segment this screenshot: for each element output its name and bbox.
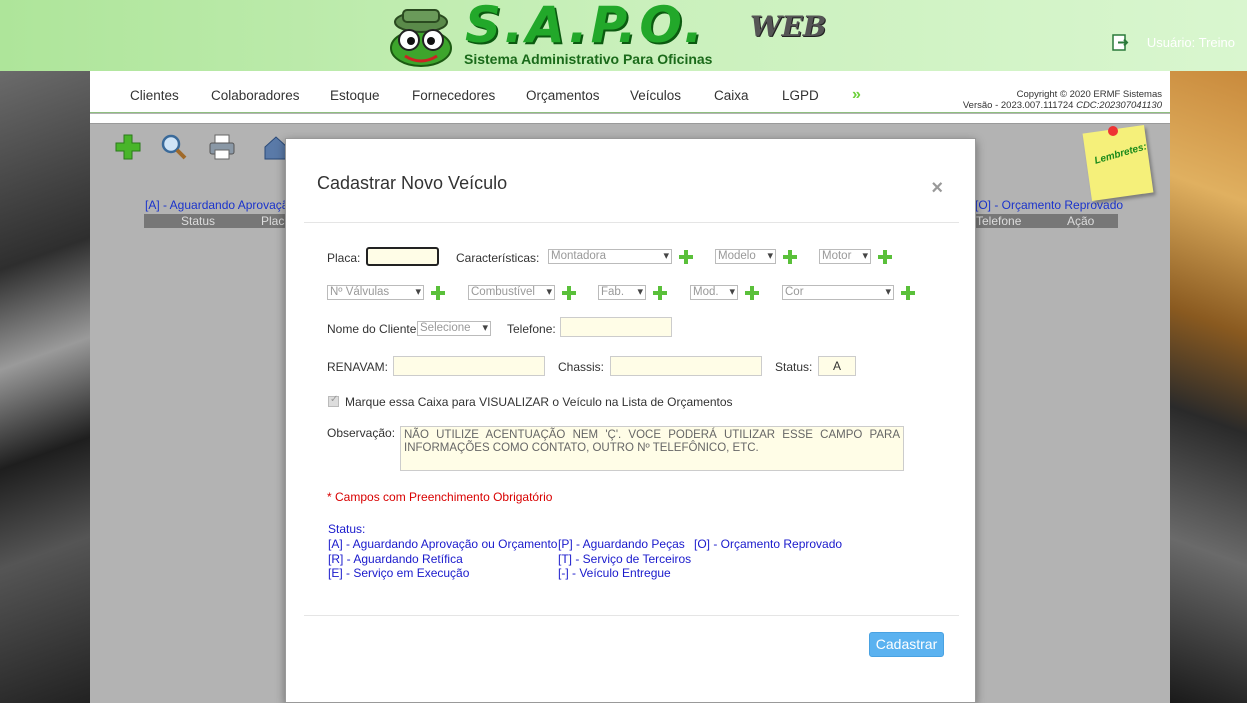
- valvulas-select[interactable]: Nº Válvulas: [327, 285, 424, 300]
- motor-select[interactable]: Motor: [819, 249, 871, 264]
- cdc-text: CDC:202307041130: [1076, 100, 1162, 111]
- logo-subtitle: Sistema Administrativo Para Oficinas: [464, 51, 713, 67]
- print-icon[interactable]: [208, 133, 236, 161]
- logout-icon[interactable]: [1112, 34, 1129, 51]
- search-icon[interactable]: [160, 133, 188, 161]
- checkbox-label: Marque essa Caixa para VISUALIZAR o Veíc…: [345, 395, 733, 409]
- status-legend-o: [O] - Orçamento Reprovado: [694, 537, 843, 551]
- add-combustivel-icon[interactable]: [562, 286, 576, 300]
- visualizar-checkbox[interactable]: [328, 394, 339, 407]
- nav-orcamentos[interactable]: Orçamentos: [526, 88, 600, 103]
- mod-select[interactable]: Mod.: [690, 285, 738, 300]
- col-status: Status: [181, 214, 216, 228]
- pin-icon: [1108, 126, 1118, 136]
- modelo-select[interactable]: Modelo: [715, 249, 776, 264]
- renavam-label: RENAVAM:: [327, 360, 388, 374]
- nav-clientes[interactable]: Clientes: [130, 88, 179, 103]
- sticky-note[interactable]: Lembretes:: [1082, 125, 1154, 201]
- observacao-textarea[interactable]: NÃO UTILIZE ACENTUAÇÃO NEM 'Ç'. VOCE POD…: [400, 426, 904, 471]
- fab-select[interactable]: Fab.: [598, 285, 646, 300]
- obs-label: Observação:: [327, 426, 396, 440]
- status-legend-v: [-] - Veículo Entregue: [558, 566, 671, 580]
- modal-title: Cadastrar Novo Veículo: [317, 173, 508, 193]
- sticky-note-label: Lembretes:: [1093, 141, 1149, 167]
- nav-more-icon[interactable]: »: [852, 86, 861, 104]
- app-header: S.A.P.O. WEB Sistema Administrativo Para…: [0, 0, 1247, 71]
- combustivel-select[interactable]: Combustível: [468, 285, 555, 300]
- nav-caixa[interactable]: Caixa: [714, 88, 749, 103]
- logo-web: WEB: [750, 10, 827, 43]
- copyright-info: Copyright © 2020 ERMF Sistemas Versão - …: [963, 89, 1162, 111]
- chassis-input[interactable]: [610, 356, 762, 376]
- logo-title: S.A.P.O.: [465, 0, 706, 54]
- renavam-input[interactable]: [393, 356, 545, 376]
- telefone-input[interactable]: [560, 317, 672, 337]
- add-cor-icon[interactable]: [901, 286, 915, 300]
- add-motor-icon[interactable]: [878, 250, 892, 264]
- nav-lgpd[interactable]: LGPD: [782, 88, 819, 103]
- status-legend-p: [P] - Aguardando Peças: [558, 537, 685, 551]
- nav-colaboradores[interactable]: Colaboradores: [211, 88, 300, 103]
- add-montadora-icon[interactable]: [679, 250, 693, 264]
- nav-fornecedores[interactable]: Fornecedores: [412, 88, 495, 103]
- status-legend-t: [T] - Serviço de Terceiros: [558, 552, 692, 566]
- placa-input[interactable]: [366, 247, 439, 266]
- caracteristicas-label: Características:: [456, 251, 540, 265]
- cliente-select[interactable]: Selecione: [417, 321, 491, 336]
- add-modelo-icon[interactable]: [783, 250, 797, 264]
- status-legend-a: [A] - Aguardando Aprovação ou Orçamento: [328, 537, 558, 551]
- sapo-logo[interactable]: S.A.P.O. WEB Sistema Administrativo Para…: [385, 0, 845, 70]
- placa-label: Placa:: [327, 251, 361, 265]
- user-label: Usuário: Treino: [1146, 35, 1235, 50]
- bg-legend-right: [O] - Orçamento Reprovado: [975, 198, 1124, 212]
- cliente-label: Nome do Cliente: [327, 322, 417, 336]
- add-icon[interactable]: [114, 133, 142, 161]
- nav-veiculos[interactable]: Veículos: [630, 88, 681, 103]
- add-fab-icon[interactable]: [653, 286, 667, 300]
- copyright-text: Copyright © 2020 ERMF Sistemas: [1016, 89, 1162, 100]
- frog-mascot-icon: [390, 9, 452, 67]
- telefone-label: Telefone:: [507, 322, 556, 336]
- status-label: Status:: [775, 360, 813, 374]
- col-acao: Ação: [1067, 214, 1095, 228]
- status-input[interactable]: [818, 356, 856, 376]
- status-legend-e: [E] - Serviço em Execução: [328, 566, 470, 580]
- user-area: Usuário: Treino: [1112, 34, 1235, 51]
- background-photo-right: [1170, 71, 1247, 703]
- status-legend-r: [R] - Aguardando Retífica: [328, 552, 463, 566]
- bg-legend-left: [A] - Aguardando Aprovaçã: [145, 198, 289, 212]
- background-photo-left: [0, 71, 90, 703]
- main-nav: Clientes Colaboradores Estoque Fornecedo…: [90, 71, 1170, 113]
- version-text: Versão - 2023.007.111724: [962, 100, 1074, 111]
- nav-estoque[interactable]: Estoque: [330, 88, 380, 103]
- status-legend-title: Status:: [328, 522, 366, 536]
- modal-footer-divider: [304, 615, 959, 616]
- cor-select[interactable]: Cor: [782, 285, 894, 300]
- chassis-label: Chassis:: [558, 360, 605, 374]
- add-mod-icon[interactable]: [745, 286, 759, 300]
- col-telefone: Telefone: [976, 214, 1022, 228]
- new-vehicle-modal: Cadastrar Novo Veículo × Placa: Caracter…: [285, 138, 976, 703]
- nav-strip: [90, 114, 1170, 124]
- modal-header-divider: [304, 222, 959, 223]
- close-icon[interactable]: ×: [931, 177, 943, 200]
- cadastrar-button[interactable]: Cadastrar: [869, 632, 944, 657]
- required-note: * Campos com Preenchimento Obrigatório: [327, 490, 553, 504]
- montadora-select[interactable]: Montadora: [548, 249, 672, 264]
- add-valvulas-icon[interactable]: [431, 286, 445, 300]
